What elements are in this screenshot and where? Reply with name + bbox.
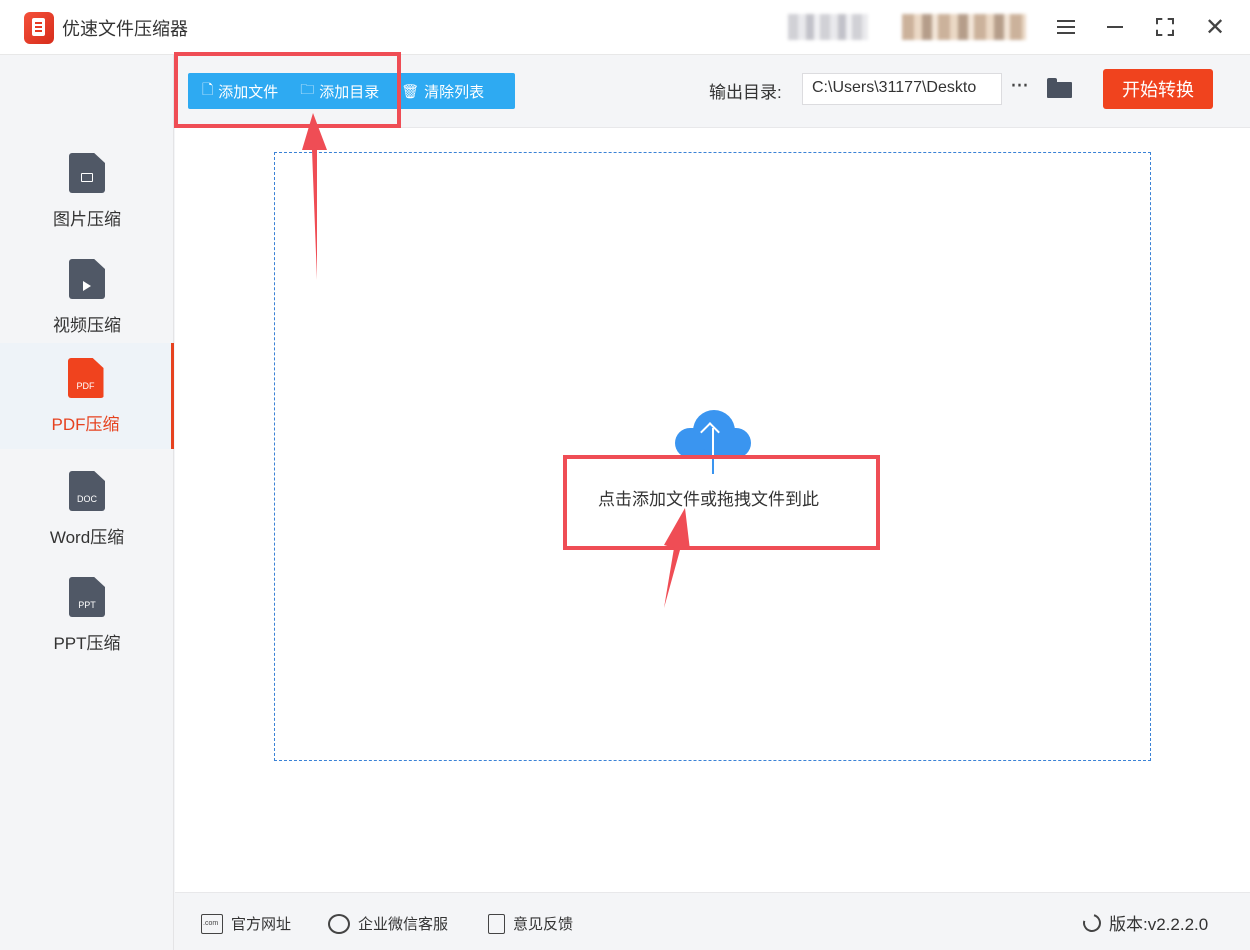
feedback-icon (488, 913, 505, 934)
output-dir-field[interactable]: C:\Users\31177\Deskto (802, 73, 1002, 105)
ppt-file-icon: PPT (69, 577, 105, 617)
minimize-icon[interactable] (1100, 12, 1130, 42)
clear-list-button[interactable]: 🗑 清除列表 (401, 81, 484, 102)
blurred-account-info (902, 14, 1026, 40)
app-title: 优速文件压缩器 (62, 19, 188, 40)
sidebar-item-image[interactable]: 图片压缩 (0, 138, 174, 244)
more-options-button[interactable]: ··· (1010, 74, 1029, 99)
annotation-box-toolbar (174, 52, 401, 128)
app-logo-icon (24, 12, 54, 44)
close-icon[interactable]: ✕ (1200, 12, 1230, 42)
version-info[interactable]: 版本:v2.2.2.0 (1079, 910, 1208, 935)
title-bar: 优速文件压缩器 ✕ (0, 0, 1250, 55)
website-icon (201, 913, 223, 934)
sidebar: 图片压缩 视频压缩 PDF PDF压缩 DOC Word压缩 PPT PPT压缩 (0, 55, 174, 950)
blurred-user-info (788, 14, 868, 40)
sidebar-item-label: PDF压缩 (51, 415, 120, 434)
output-dir-label: 输出目录: (709, 83, 782, 102)
doc-file-icon: DOC (69, 471, 105, 511)
open-folder-icon[interactable] (1047, 78, 1072, 98)
image-file-icon (69, 153, 105, 193)
wechat-support-link[interactable]: 企业微信客服 (328, 913, 448, 934)
sidebar-item-word[interactable]: DOC Word压缩 (0, 456, 174, 562)
sidebar-item-label: 图片压缩 (53, 210, 121, 229)
sidebar-item-label: Word压缩 (49, 528, 125, 547)
pdf-file-icon: PDF (67, 358, 104, 398)
sidebar-item-pdf[interactable]: PDF PDF压缩 (0, 343, 174, 449)
feedback-link[interactable]: 意见反馈 (488, 913, 573, 934)
footer: 官方网址 企业微信客服 意见反馈 版本:v2.2.2.0 (175, 892, 1250, 950)
maximize-icon[interactable] (1150, 12, 1180, 42)
sidebar-item-video[interactable]: 视频压缩 (0, 244, 174, 350)
start-convert-button[interactable]: 开始转换 (1103, 69, 1213, 109)
sidebar-item-label: PPT压缩 (53, 634, 121, 653)
annotation-box-dropzone (563, 455, 880, 550)
sidebar-item-ppt[interactable]: PPT PPT压缩 (0, 562, 174, 668)
refresh-icon (1079, 910, 1105, 935)
chat-icon (328, 913, 350, 934)
cloud-upload-icon (675, 408, 751, 474)
menu-icon[interactable] (1051, 12, 1081, 42)
sidebar-item-label: 视频压缩 (53, 316, 121, 335)
video-file-icon (69, 259, 105, 299)
website-link[interactable]: 官方网址 (201, 913, 291, 934)
trash-icon: 🗑 (401, 82, 420, 99)
